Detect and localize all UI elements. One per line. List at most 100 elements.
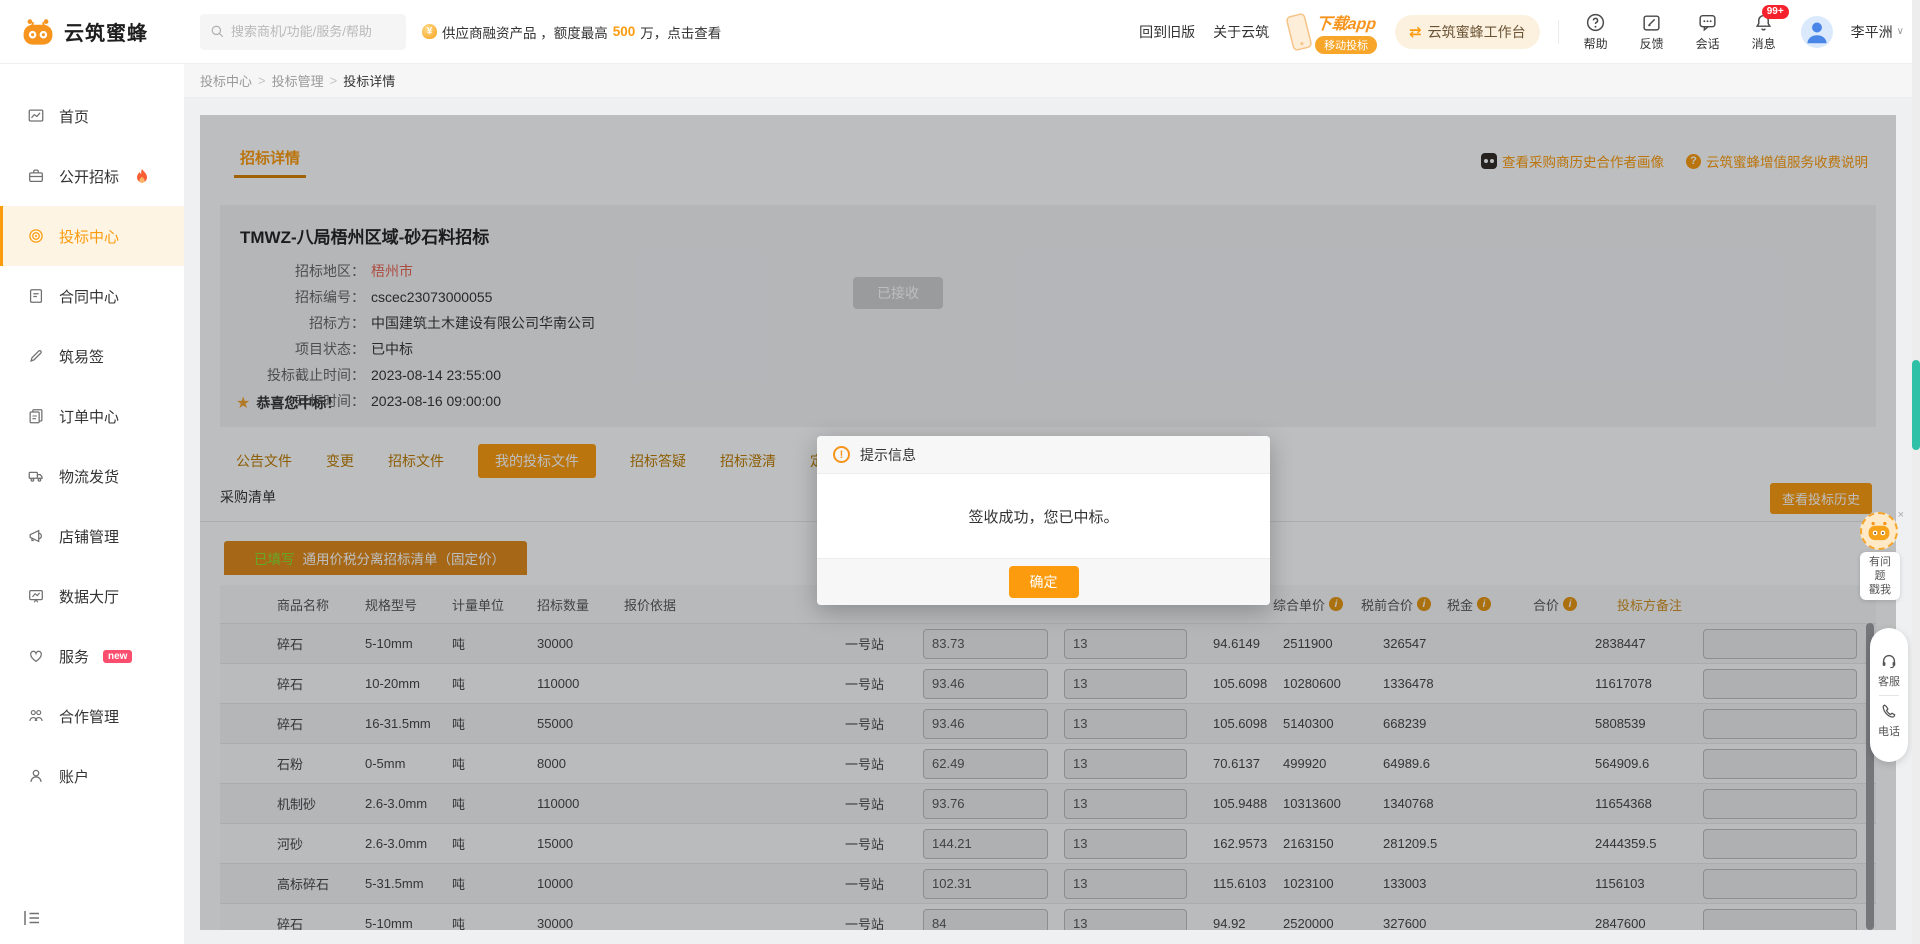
- app-logo[interactable]: 云筑蜜蜂: [0, 17, 184, 47]
- sidebar-label: 合同中心: [59, 286, 119, 307]
- hot-flame-icon: [133, 168, 151, 184]
- sidebar-label: 合作管理: [59, 706, 119, 727]
- helper-label[interactable]: 有问题 戳我: [1860, 552, 1900, 600]
- announcement-text: 供应商融资产品 ，额度最高: [442, 22, 608, 42]
- info-alert-icon: !: [833, 446, 850, 463]
- sidebar-item-public-bidding[interactable]: 公开招标: [0, 146, 184, 206]
- headset-icon: [1880, 652, 1898, 670]
- breadcrumb-bid-center[interactable]: 投标中心: [200, 71, 252, 90]
- workspace-label: 云筑蜜蜂工作台: [1428, 22, 1526, 42]
- phone-icon: [1283, 9, 1316, 54]
- sidebar-label: 店铺管理: [59, 526, 119, 547]
- page-scrollbar-track[interactable]: [1912, 0, 1920, 944]
- finance-announcement[interactable]: ¥ 供应商融资产品 ，额度最高 500 万，点击查看: [422, 22, 721, 42]
- sidebar-label: 首页: [59, 106, 89, 127]
- old-version-link[interactable]: 回到旧版: [1139, 22, 1195, 42]
- modal-footer: 确定: [817, 558, 1270, 605]
- customer-service-button[interactable]: 客服: [1878, 652, 1900, 689]
- orders-icon: [27, 407, 45, 425]
- breadcrumb-separator: >: [330, 73, 338, 88]
- chat-button[interactable]: 会话: [1689, 12, 1727, 52]
- sidebar: 首页 公开招标 投标中心 合同: [0, 64, 184, 944]
- user-menu[interactable]: 李平洲 ∨: [1851, 22, 1904, 42]
- sidebar-label: 公开招标: [59, 166, 119, 187]
- money-bag-icon: ¥: [422, 24, 437, 39]
- bee-logo-icon: [20, 17, 56, 47]
- modal-header: ! 提示信息: [817, 436, 1270, 474]
- sidebar-label: 筑易签: [59, 346, 104, 367]
- sidebar-item-data-hall[interactable]: 数据大厅: [0, 566, 184, 626]
- home-chart-icon: [27, 107, 45, 125]
- modal-title: 提示信息: [860, 445, 916, 465]
- workspace-button[interactable]: ⇄ 云筑蜜蜂工作台: [1395, 15, 1540, 49]
- sidebar-collapse-button[interactable]: [22, 909, 42, 930]
- help-label: 帮助: [1584, 35, 1608, 52]
- sidebar-label: 物流发货: [59, 466, 119, 487]
- breadcrumb-bid-management[interactable]: 投标管理: [272, 71, 324, 90]
- phone-call-icon: [1880, 702, 1898, 720]
- chat-icon: [1697, 12, 1718, 33]
- sidebar-item-services[interactable]: 服务 new: [0, 626, 184, 686]
- sidebar-item-esign[interactable]: 筑易签: [0, 326, 184, 386]
- about-link[interactable]: 关于云筑: [1213, 22, 1269, 42]
- sidebar-item-contract-center[interactable]: 合同中心: [0, 266, 184, 326]
- feedback-label: 反馈: [1640, 35, 1664, 52]
- feedback-button[interactable]: 反馈: [1633, 12, 1671, 52]
- sidebar-item-bid-center[interactable]: 投标中心: [0, 206, 184, 266]
- download-app-entry[interactable]: 下载app 移动投标: [1287, 10, 1377, 54]
- sidebar-item-shop-management[interactable]: 店铺管理: [0, 506, 184, 566]
- phone-button[interactable]: 电话: [1878, 702, 1900, 739]
- top-right-area: 回到旧版 关于云筑 下载app 移动投标 ⇄ 云筑蜜蜂工作台 帮助: [1139, 10, 1920, 54]
- dashboard-icon: [27, 587, 45, 605]
- sidebar-label: 订单中心: [59, 406, 119, 427]
- contact-pill: 客服 电话: [1870, 628, 1908, 762]
- announcement-highlight: 500: [613, 24, 636, 39]
- messages-button[interactable]: 99+ 消息: [1745, 12, 1783, 52]
- close-icon[interactable]: ×: [1898, 510, 1904, 521]
- sidebar-item-logistics[interactable]: 物流发货: [0, 446, 184, 506]
- top-bar: 云筑蜜蜂 ¥ 供应商融资产品 ，额度最高 500 万，点击查看 回到旧版 关于云筑 …: [0, 0, 1920, 64]
- new-badge: new: [103, 650, 132, 663]
- page-scrollbar-thumb[interactable]: [1912, 360, 1920, 450]
- user-avatar[interactable]: [1801, 16, 1833, 48]
- modal-message: 签收成功，您已中标。: [817, 474, 1270, 558]
- helper-bee-avatar[interactable]: [1860, 512, 1898, 550]
- search-icon: [210, 24, 225, 39]
- breadcrumb: 投标中心 > 投标管理 > 投标详情: [184, 64, 1920, 98]
- pen-icon: [27, 347, 45, 365]
- download-app-subtitle: 移动投标: [1315, 36, 1377, 54]
- contract-icon: [27, 287, 45, 305]
- confirm-button[interactable]: 确定: [1009, 566, 1079, 598]
- search-input[interactable]: [231, 24, 391, 39]
- announcement-suffix: 万，点击查看: [640, 22, 721, 42]
- sidebar-item-account[interactable]: 账户: [0, 746, 184, 806]
- heart-icon: [27, 647, 45, 665]
- brand-name: 云筑蜜蜂: [64, 17, 148, 46]
- sidebar-item-home[interactable]: 首页: [0, 86, 184, 146]
- messages-label: 消息: [1752, 35, 1776, 52]
- message-count-badge: 99+: [1762, 5, 1789, 19]
- user-icon: [27, 767, 45, 785]
- truck-icon: [27, 467, 45, 485]
- sidebar-item-cooperation[interactable]: 合作管理: [0, 686, 184, 746]
- help-button[interactable]: 帮助: [1577, 12, 1615, 52]
- chevron-down-icon: ∨: [1897, 26, 1904, 37]
- feedback-icon: [1641, 12, 1662, 33]
- user-name: 李平洲: [1851, 22, 1893, 42]
- person-icon: [1801, 16, 1833, 48]
- bee-face-icon: [1866, 520, 1892, 542]
- sidebar-item-order-center[interactable]: 订单中心: [0, 386, 184, 446]
- switch-icon: ⇄: [1409, 23, 1422, 41]
- megaphone-icon: [27, 527, 45, 545]
- global-search[interactable]: [200, 14, 406, 50]
- notice-modal: ! 提示信息 签收成功，您已中标。 确定: [817, 436, 1270, 605]
- breadcrumb-separator: >: [258, 73, 266, 88]
- collapse-menu-icon: [22, 909, 42, 927]
- briefcase-icon: [27, 167, 45, 185]
- header-divider: [1558, 20, 1559, 44]
- target-icon: [27, 227, 45, 245]
- help-icon: [1585, 12, 1606, 33]
- sidebar-label: 数据大厅: [59, 586, 119, 607]
- chat-label: 会话: [1696, 35, 1720, 52]
- sidebar-label: 账户: [59, 766, 89, 787]
